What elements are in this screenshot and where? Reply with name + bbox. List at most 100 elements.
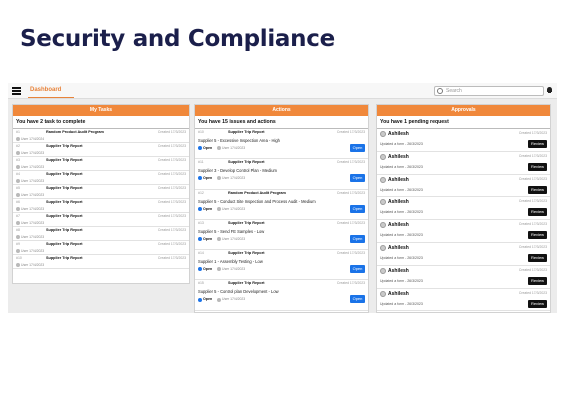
task-id: #5 [16, 186, 20, 190]
action-title[interactable]: Supplier Trip Report [228, 160, 265, 164]
approval-row: Ashilesh Created 17/3/2023 Updated a form … [377, 175, 550, 198]
approval-requester: Ashilesh [388, 267, 409, 274]
review-button[interactable]: Review [528, 140, 547, 148]
open-button[interactable]: Open [350, 265, 365, 274]
approval-requester: Ashilesh [388, 176, 409, 183]
action-title[interactable]: Supplier Trip Report [228, 221, 265, 225]
actions-panel: Actions You have 15 issues and actions #… [194, 104, 369, 313]
nav-active-indicator [28, 97, 74, 98]
approval-created-date: Created 17/3/2023 [518, 176, 547, 181]
task-row[interactable]: #6 Supplier Trip Report Created 17/3/2023 U… [13, 199, 189, 213]
task-row[interactable]: #4 Supplier Trip Report Created 17/3/2023 U… [13, 171, 189, 185]
task-row[interactable]: #1 Random Product Audit Program Created 17… [13, 129, 189, 143]
task-user: User 17/4/2023 [16, 165, 44, 169]
task-created-date: Created 17/3/2023 [157, 228, 186, 232]
task-user: User 17/4/2023 [16, 207, 44, 211]
action-status: Open [198, 267, 212, 272]
action-user: User 17/4/2023 [217, 297, 246, 302]
action-user-text: User 17/4/2023 [222, 267, 246, 272]
task-created-date: Created 17/3/2023 [157, 172, 186, 176]
review-button[interactable]: Review [528, 253, 547, 262]
search-placeholder: Search [446, 88, 462, 94]
user-icon [217, 146, 221, 151]
open-button[interactable]: Open [350, 234, 365, 243]
action-user-text: User 17/4/2023 [222, 236, 246, 241]
status-dot-icon [198, 176, 202, 181]
task-row[interactable]: #3 Supplier Trip Report Created 17/3/2023 U… [13, 157, 189, 171]
open-button[interactable]: Open [350, 295, 365, 304]
approval-row: Ashilesh Created 17/3/2023 Updated a form … [377, 152, 550, 175]
task-row[interactable]: #9 Supplier Trip Report Created 17/3/2023 U… [13, 241, 189, 255]
task-row[interactable]: #8 Supplier Trip Report Created 17/3/2023 U… [13, 227, 189, 241]
action-title[interactable]: Random Product Audit Program [228, 191, 286, 195]
task-user: User 17/4/2023 [16, 221, 44, 225]
task-row[interactable]: #5 Supplier Trip Report Created 17/3/2023 U… [13, 185, 189, 199]
task-user-text: User 17/4/2023 [21, 164, 45, 169]
approval-requester: Ashilesh [388, 153, 409, 160]
task-user-text: User 17/4/2023 [21, 192, 45, 197]
review-button[interactable]: Review [528, 231, 547, 240]
task-row[interactable]: #2 Supplier Trip Report Created 17/3/2023 U… [13, 143, 189, 157]
task-title[interactable]: Supplier Trip Report [46, 144, 83, 148]
task-title[interactable]: Supplier Trip Report [46, 186, 83, 190]
task-user: User 17/4/2023 [16, 249, 44, 253]
review-button[interactable]: Review [528, 208, 547, 217]
task-title[interactable]: Supplier Trip Report [46, 214, 83, 218]
task-id: #7 [16, 214, 20, 218]
review-button[interactable]: Review [528, 185, 547, 194]
open-button[interactable]: Open [350, 204, 365, 213]
search-input[interactable]: Search [434, 86, 544, 96]
action-user-text: User 17/4/2023 [222, 297, 246, 302]
action-id: #10 [198, 130, 204, 134]
task-title[interactable]: Supplier Trip Report [46, 242, 83, 246]
task-user-text: User 17/4/2024 [21, 136, 45, 141]
task-user-text: User 17/4/2023 [21, 220, 45, 225]
task-user: User 17/4/2023 [16, 235, 44, 239]
user-icon [217, 297, 221, 302]
status-dot-icon [198, 146, 202, 151]
task-row[interactable]: #7 Supplier Trip Report Created 17/3/2023 U… [13, 213, 189, 227]
avatar [380, 222, 386, 229]
review-button[interactable]: Review [528, 276, 547, 285]
dashboard-app: Dashboard Search My Tasks You have 2 tas… [8, 83, 557, 313]
task-row[interactable]: #10 Supplier Trip Report Created 17/3/2023… [13, 255, 189, 269]
open-button[interactable]: Open [350, 174, 365, 183]
task-title[interactable]: Supplier Trip Report [46, 200, 83, 204]
page-title: Security and Compliance [20, 26, 335, 52]
user-icon [16, 206, 20, 211]
action-status: Open [198, 297, 212, 302]
action-user: User 17/4/2023 [217, 146, 245, 151]
task-title[interactable]: Supplier Trip Report [46, 228, 83, 232]
avatar [380, 131, 386, 137]
nav-dashboard[interactable]: Dashboard [30, 87, 61, 93]
bell-icon[interactable] [547, 87, 552, 93]
task-title[interactable]: Supplier Trip Report [46, 256, 83, 260]
task-user-text: User 17/4/2023 [21, 150, 45, 155]
task-user: User 17/4/2023 [16, 193, 44, 197]
task-title[interactable]: Supplier Trip Report [46, 158, 83, 162]
action-status: Open [198, 176, 213, 181]
action-description: Supplier 5 - Excessive Inspection Area -… [198, 138, 280, 143]
status-dot-icon [198, 236, 202, 241]
task-title[interactable]: Supplier Trip Report [46, 172, 83, 176]
action-title[interactable]: Supplier Trip Report [228, 281, 265, 285]
open-button[interactable]: Open [350, 144, 365, 152]
avatar [380, 199, 386, 206]
action-title[interactable]: Supplier Trip Report [228, 251, 265, 255]
action-title[interactable]: Supplier Trip Report [228, 130, 265, 134]
review-button[interactable]: Review [528, 162, 547, 171]
action-created-date: Created 17/3/2023 [336, 160, 365, 165]
task-title[interactable]: Random Product Audit Program [46, 130, 104, 134]
approval-created-date: Created 17/3/2023 [518, 131, 547, 135]
hamburger-menu-icon[interactable] [12, 87, 21, 95]
approval-description: Updated a form - 26/3/2023 [380, 301, 423, 306]
action-status-text: Open [203, 176, 213, 181]
user-icon [217, 237, 221, 241]
review-button[interactable]: Review [528, 299, 547, 308]
user-icon [217, 267, 221, 272]
approvals-summary: You have 1 pending request [377, 116, 550, 129]
top-bar: Dashboard Search [8, 83, 557, 99]
approval-created-date: Created 17/3/2023 [518, 153, 547, 158]
approval-row: Ashilesh Created 17/3/2023 Updated a form … [377, 129, 550, 152]
task-user: User 17/4/2023 [16, 179, 44, 183]
